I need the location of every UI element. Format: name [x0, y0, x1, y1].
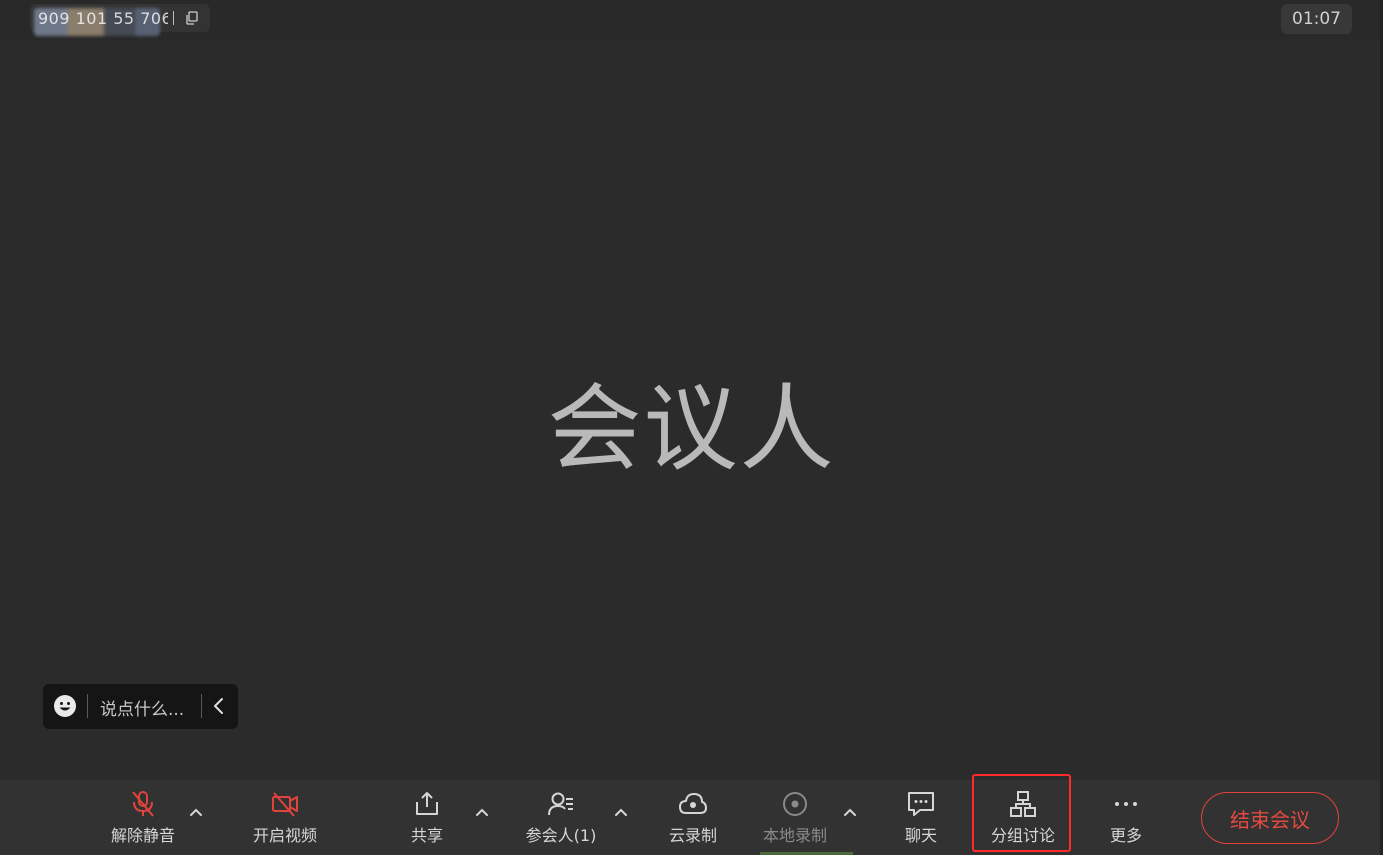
chat-input[interactable]: 说点什么... — [100, 695, 184, 720]
cloud-record-button[interactable]: 云录制 — [662, 780, 724, 855]
bottom-toolbar: 解除静音 开启视频 共享 参会人(1) 云录制 本地录制 聊天 分组讨论 更多 — [0, 780, 1383, 855]
breakout-highlight-box — [972, 774, 1071, 852]
start-video-label: 开启视频 — [252, 826, 317, 845]
unmute-label: 解除静音 — [110, 826, 175, 845]
chat-divider — [87, 694, 88, 718]
meeting-id-divider — [173, 11, 174, 25]
participant-name: 会议人 — [547, 375, 836, 484]
local-record-label: 本地录制 — [762, 826, 827, 845]
meeting-id-text: 909 101 55 706 — [38, 8, 168, 28]
participants-button[interactable]: 参会人(1) — [520, 780, 602, 855]
chevron-left-icon[interactable] — [211, 697, 227, 715]
meeting-id-pill[interactable]: 909 101 55 706 — [30, 4, 210, 36]
share-label: 共享 — [410, 826, 443, 845]
chat-button[interactable]: 聊天 — [892, 780, 950, 855]
chat-divider — [201, 694, 202, 718]
chevron-up-icon[interactable] — [842, 804, 858, 820]
start-video-button[interactable]: 开启视频 — [246, 780, 324, 855]
share-button[interactable]: 共享 — [398, 780, 456, 855]
end-meeting-button[interactable]: 结束会议 — [1201, 792, 1339, 844]
cloud-record-icon — [679, 793, 707, 814]
copy-icon[interactable] — [185, 11, 199, 25]
video-off-icon — [272, 792, 298, 817]
local-record-button[interactable]: 本地录制 — [756, 780, 834, 855]
record-icon — [783, 792, 807, 816]
emoji-icon[interactable] — [53, 694, 77, 718]
chat-label: 聊天 — [904, 826, 937, 845]
mic-off-icon — [132, 791, 154, 817]
chat-icon — [908, 792, 934, 816]
top-bar: 909 101 55 706 01:07 — [0, 0, 1383, 40]
more-button[interactable]: 更多 — [1098, 780, 1154, 855]
chevron-up-icon[interactable] — [188, 804, 204, 820]
quick-chat-box: 说点什么... — [43, 684, 238, 729]
participants-label: 参会人(1) — [525, 826, 597, 845]
chevron-up-icon[interactable] — [474, 804, 490, 820]
meeting-window: 909 101 55 706 01:07 会议人 说点什么... 解除静音 开启… — [0, 0, 1383, 855]
more-label: 更多 — [1109, 826, 1142, 845]
cloud-record-label: 云录制 — [668, 826, 717, 845]
unmute-button[interactable]: 解除静音 — [104, 780, 182, 855]
meeting-timer: 01:07 — [1281, 4, 1352, 34]
share-icon — [416, 792, 438, 815]
participants-icon — [548, 792, 573, 816]
more-dots-icon — [1115, 802, 1137, 806]
chevron-up-icon[interactable] — [613, 804, 629, 820]
